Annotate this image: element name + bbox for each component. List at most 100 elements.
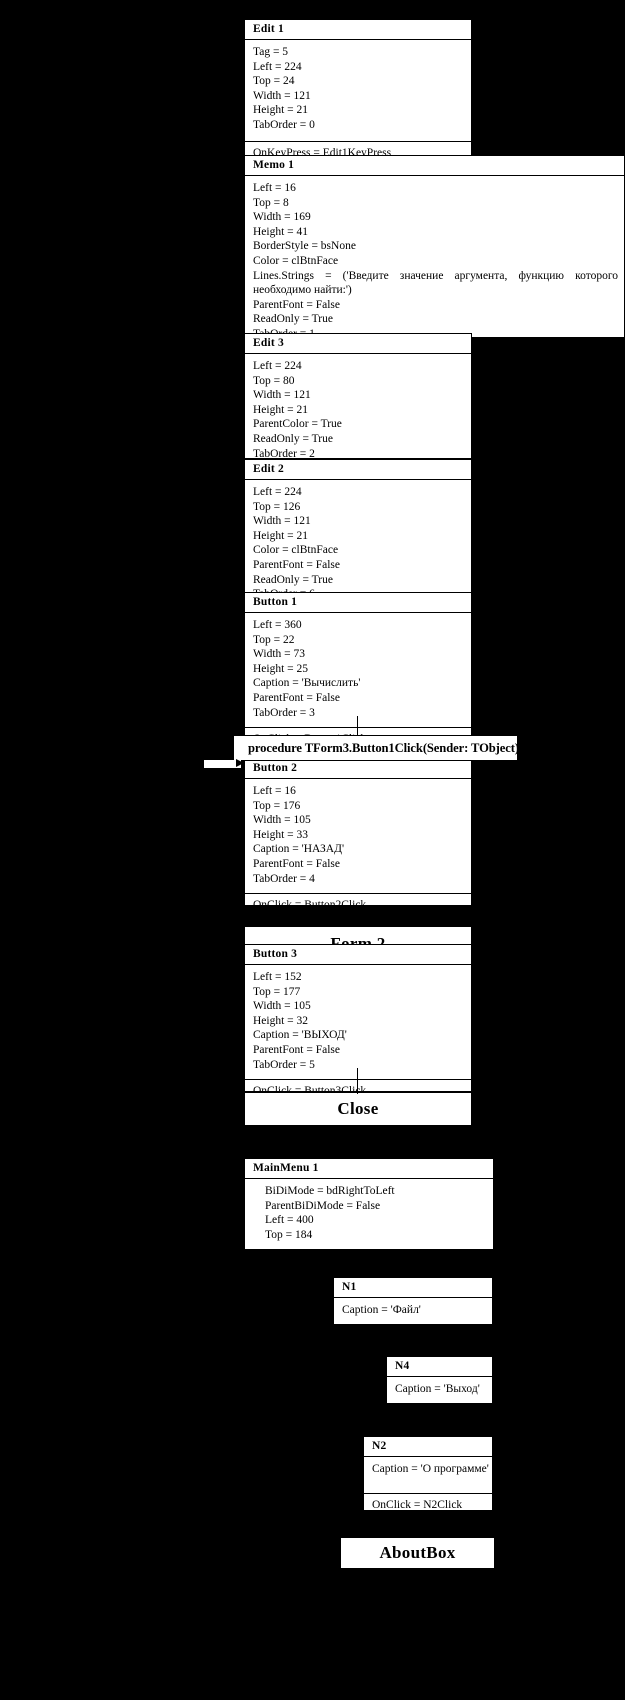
property-row: ReadOnly = True [253,573,333,586]
property-row: Caption = 'Файл' [342,1304,421,1316]
property-row: Height = 21 [253,403,309,416]
card-event-mainmenu1: OnClick = N4Click [245,1251,493,1275]
property-row: Top = 177 [253,985,301,998]
property-row: Width = 105 [253,814,311,827]
property-row: ParentFont = False [253,857,340,870]
card-title-edit2: Edit 2 [245,460,471,480]
property-row: Left = 152 [253,971,302,983]
card-body-edit3: Left = 224 Top = 80 Width = 121 Height =… [245,354,471,468]
card-title-button2: Button 2 [245,759,471,779]
property-row: ParentFont = False [253,691,340,704]
aboutbox-label-text: AboutBox [379,1543,456,1562]
card-title-mainmenu1: MainMenu 1 [245,1159,493,1179]
property-row: Left = 224 [253,486,302,498]
property-row: Left = 16 [253,182,296,194]
property-row: Left = 16 [253,785,296,797]
property-row: Height = 25 [253,662,309,675]
card-title-n2: N2 [364,1437,492,1457]
close-label-text: Close [337,1099,379,1118]
procedure-callout: procedure TForm3.Button1Click(Sender: TO… [233,735,518,761]
card-body-n2: Caption = 'О программе' [364,1457,492,1493]
component-card-edit1: Edit 1 Tag = 5 Left = 224 Top = 24 Width… [244,19,472,159]
component-card-n1: N1 Caption = 'Файл' [333,1277,493,1325]
property-row: Caption = 'Выход' [395,1383,480,1395]
property-row: ParentColor = True [253,418,342,431]
card-body-button1: Left = 360 Top = 22 Width = 73 Height = … [245,613,471,727]
property-row: Top = 8 [253,196,289,209]
property-row: Height = 21 [253,104,309,117]
property-row: Height = 41 [253,225,309,238]
property-row: Width = 73 [253,648,306,661]
property-row: Caption = 'НАЗАД' [253,843,345,856]
property-row: ReadOnly = True [253,313,333,326]
card-title-n1: N1 [334,1278,492,1298]
property-row: ParentFont = False [253,1043,340,1056]
card-body-edit2: Left = 224 Top = 126 Width = 121 Height … [245,480,471,594]
card-title-n4: N4 [387,1357,492,1377]
component-card-button2: Button 2 Left = 16 Top = 176 Width = 105… [244,758,472,911]
card-title-memo1: Memo 1 [245,156,624,176]
property-row: Color = clBtnFace [253,544,339,557]
property-row: Left = 224 [253,60,302,73]
card-body-edit1: Tag = 5 Left = 224 Top = 24 Width = 121 … [245,40,471,141]
property-row: Height = 32 [253,1014,309,1027]
card-title-button1: Button 1 [245,593,471,613]
property-row: Caption = 'О программе' [372,1463,489,1475]
procedure-callout-arrow [236,759,244,767]
property-row: Caption = 'Вычислить' [253,677,361,690]
card-body-n1: Caption = 'Файл' [334,1298,492,1332]
property-row: Top = 176 [253,799,301,812]
card-body-button2: Left = 16 Top = 176 Width = 105 Height =… [245,779,471,893]
property-row: Height = 33 [253,828,309,841]
property-row: Width = 121 [253,89,311,102]
property-row: ParentFont = False [253,298,340,311]
property-row: TabOrder = 3 [253,706,315,719]
property-row: Top = 22 [253,633,295,646]
property-row: Width = 105 [253,1000,311,1013]
component-card-button1: Button 1 Left = 360 Top = 22 Width = 73 … [244,592,472,745]
card-event-n2: OnClick = N2Click [364,1493,492,1517]
card-body-memo1: Left = 16 Top = 8 Width = 169 Height = 4… [245,176,624,345]
property-row: BiDiMode = bdRightToLeft [265,1185,395,1197]
card-title-edit3: Edit 3 [245,334,471,354]
close-label-box: Close [244,1092,472,1126]
component-card-edit3: Edit 3 Left = 224 Top = 80 Width = 121 H… [244,333,472,460]
property-row: ReadOnly = True [253,432,333,445]
property-row: Left = 400 [265,1214,314,1227]
property-row: Width = 169 [253,211,311,224]
card-body-n4: Caption = 'Выход' [387,1377,492,1411]
property-row: Top = 184 [265,1228,313,1241]
procedure-signature-text: procedure TForm3.Button1Click(Sender: TO… [248,740,518,755]
card-title-button3: Button 3 [245,945,471,965]
property-row: Color = clBtnFace [253,254,339,267]
card-title-edit1: Edit 1 [245,20,471,40]
property-row: Left = 224 [253,360,302,372]
property-row: Left = 360 [253,619,302,631]
component-card-edit2: Edit 2 Left = 224 Top = 126 Width = 121 … [244,459,472,594]
property-row: BorderStyle = bsNone [253,240,356,253]
aboutbox-label-box: AboutBox [340,1537,495,1569]
component-card-n2: N2 Caption = 'О программе' OnClick = N2C… [363,1436,493,1511]
property-row: ParentBiDiMode = False [265,1199,381,1212]
property-row: Width = 121 [253,515,311,528]
component-card-mainmenu1: MainMenu 1 BiDiMode = bdRightToLeft Pare… [244,1158,494,1269]
component-card-button3: Button 3 Left = 152 Top = 177 Width = 10… [244,944,472,1097]
component-card-memo1: Memo 1 Left = 16 Top = 8 Width = 169 Hei… [244,155,625,340]
property-row: ParentFont = False [253,558,340,571]
property-row: TabOrder = 4 [253,872,315,885]
property-row: Top = 80 [253,374,295,387]
property-row: Top = 126 [253,500,301,513]
property-row: Caption = 'ВЫХОД' [253,1029,347,1042]
card-body-button3: Left = 152 Top = 177 Width = 105 Height … [245,965,471,1079]
property-row: Width = 121 [253,389,311,402]
property-row: Height = 21 [253,529,309,542]
property-row: TabOrder = 5 [253,1058,315,1071]
card-event-button2: OnClick = Button2Click [245,893,471,917]
connector-line-button3 [357,1068,358,1094]
property-row: Top = 24 [253,75,295,88]
property-row: TabOrder = 0 [253,118,315,131]
card-body-mainmenu1: BiDiMode = bdRightToLeft ParentBiDiMode … [245,1179,493,1251]
property-row-lines: Lines.Strings = ('Введите значение аргум… [253,269,618,297]
component-card-n4: N4 Caption = 'Выход' [386,1356,493,1404]
property-row: Tag = 5 [253,46,289,58]
